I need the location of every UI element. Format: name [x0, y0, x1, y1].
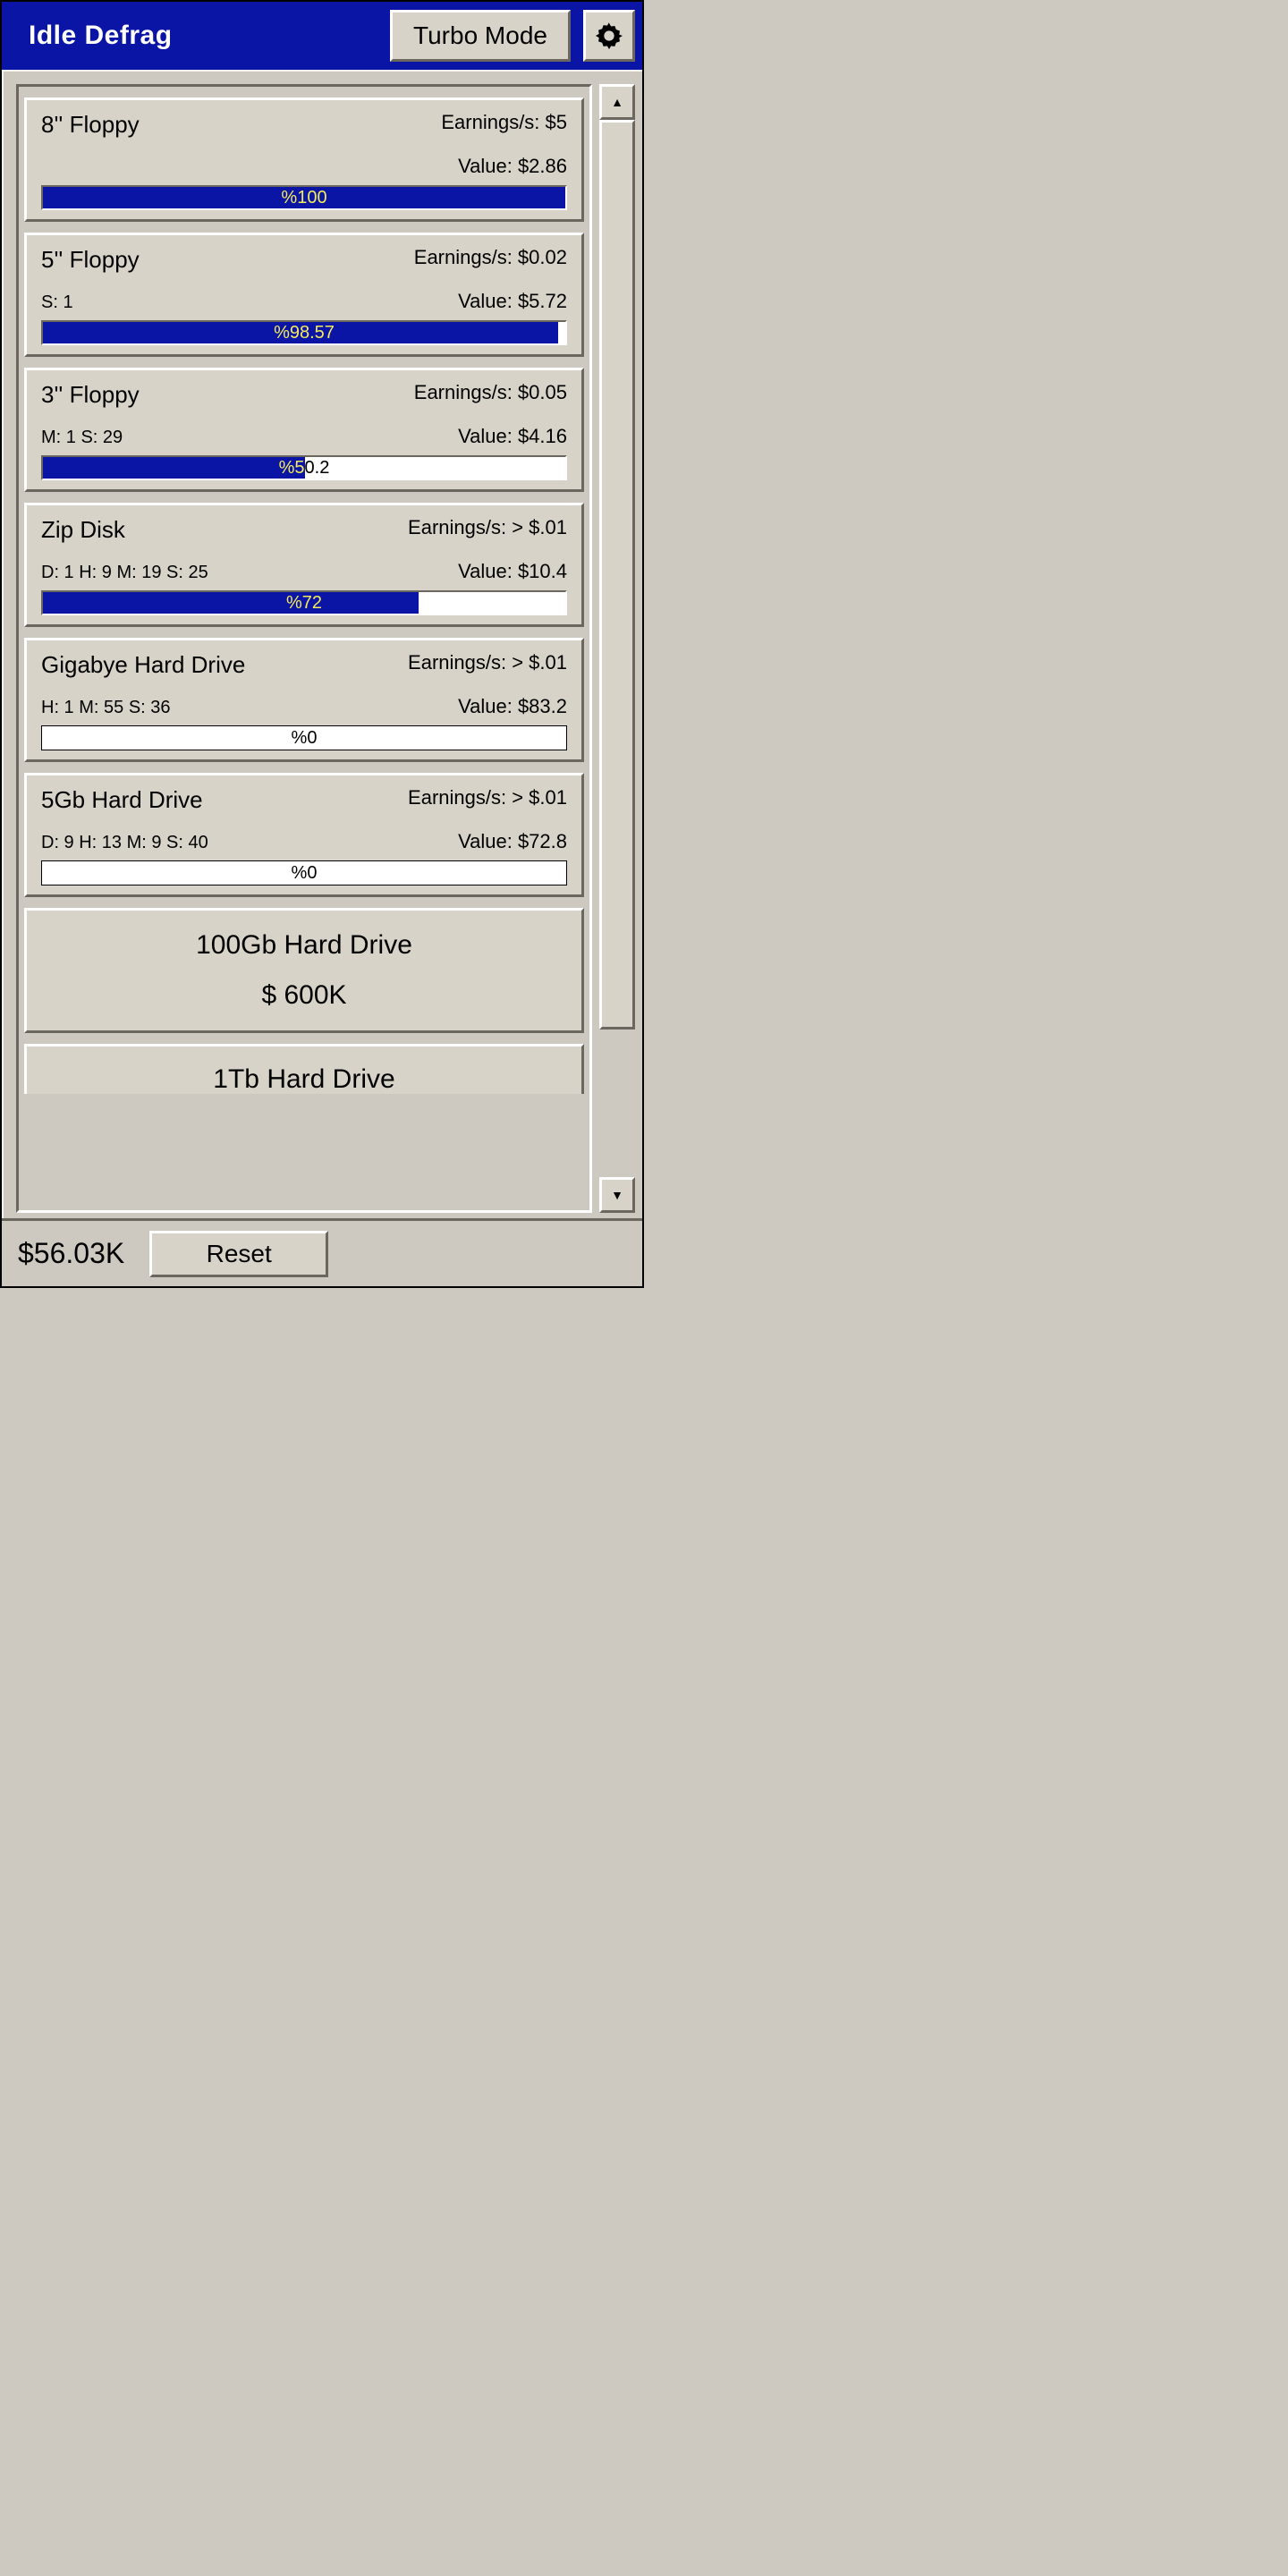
gear-icon: [594, 21, 624, 51]
scrollbar[interactable]: ▲ ▼: [599, 84, 635, 1213]
status-bar: $56.03K Reset: [2, 1218, 642, 1286]
drive-value: Value: $83.2: [408, 695, 567, 718]
drive-card[interactable]: 5'' Floppy Earnings/s: $0.02 S: 1 Value:…: [24, 233, 584, 357]
progress-bar: %72: [41, 590, 567, 615]
drive-earnings: Earnings/s: $5: [441, 111, 567, 134]
settings-button[interactable]: [583, 10, 635, 62]
progress-label: %0: [42, 726, 566, 750]
drive-card[interactable]: Gigabye Hard Drive Earnings/s: > $.01 H:…: [24, 638, 584, 762]
turbo-mode-button[interactable]: Turbo Mode: [390, 10, 571, 62]
drive-list: 8'' Floppy Earnings/s: $5 Value: $2.86 %…: [16, 84, 592, 1213]
progress-label: %50.2: [43, 457, 565, 479]
drive-value: Value: $72.8: [408, 830, 567, 853]
progress-label: %72: [43, 592, 565, 614]
locked-drive-name: 1Tb Hard Drive: [27, 1064, 581, 1094]
balance-display: $56.03K: [18, 1237, 124, 1270]
scrollbar-thumb[interactable]: [599, 120, 635, 1030]
reset-label: Reset: [207, 1240, 272, 1268]
locked-drive-card[interactable]: 1Tb Hard Drive: [24, 1044, 584, 1094]
locked-drive-name: 100Gb Hard Drive: [196, 930, 412, 961]
drive-earnings: Earnings/s: > $.01: [408, 651, 567, 674]
title-bar: Idle Defrag Turbo Mode: [2, 2, 642, 70]
progress-bar: %100: [41, 185, 567, 210]
progress-label: %100: [43, 187, 565, 208]
drive-time: D: 1 H: 9 M: 19 S: 25: [41, 563, 408, 583]
drive-time: M: 1 S: 29: [41, 428, 414, 448]
scroll-down-button[interactable]: ▼: [599, 1177, 635, 1213]
drive-earnings: Earnings/s: $0.05: [414, 381, 567, 404]
progress-label: %98.57: [43, 322, 565, 343]
turbo-mode-label: Turbo Mode: [413, 21, 547, 50]
drive-name: 3'' Floppy: [41, 381, 414, 409]
drive-value: Value: $2.86: [441, 155, 567, 178]
progress-bar: %0: [41, 725, 567, 750]
progress-bar: %50.2: [41, 455, 567, 480]
app-title: Idle Defrag: [29, 21, 377, 51]
reset-button[interactable]: Reset: [149, 1231, 328, 1277]
drive-value: Value: $10.4: [408, 560, 567, 583]
drive-card[interactable]: 5Gb Hard Drive Earnings/s: > $.01 D: 9 H…: [24, 773, 584, 897]
drive-value: Value: $5.72: [414, 290, 567, 313]
drive-name: Zip Disk: [41, 516, 408, 544]
drive-name: 8'' Floppy: [41, 111, 441, 139]
drive-time: H: 1 M: 55 S: 36: [41, 698, 408, 718]
locked-drive-card[interactable]: 100Gb Hard Drive $ 600K: [24, 908, 584, 1033]
drive-card[interactable]: Zip Disk Earnings/s: > $.01 D: 1 H: 9 M:…: [24, 503, 584, 627]
drive-name: 5'' Floppy: [41, 246, 414, 274]
progress-bar: %0: [41, 860, 567, 886]
drive-earnings: Earnings/s: > $.01: [408, 516, 567, 539]
scrollbar-track[interactable]: [599, 120, 635, 1177]
scroll-up-button[interactable]: ▲: [599, 84, 635, 120]
drive-name: 5Gb Hard Drive: [41, 786, 408, 814]
drive-time: D: 9 H: 13 M: 9 S: 40: [41, 833, 408, 853]
drive-earnings: Earnings/s: $0.02: [414, 246, 567, 269]
progress-bar: %98.57: [41, 320, 567, 345]
locked-drive-cost: $ 600K: [261, 980, 346, 1011]
drive-card[interactable]: 8'' Floppy Earnings/s: $5 Value: $2.86 %…: [24, 97, 584, 222]
drive-name: Gigabye Hard Drive: [41, 651, 408, 679]
triangle-up-icon: ▲: [611, 95, 623, 109]
drive-value: Value: $4.16: [414, 425, 567, 448]
triangle-down-icon: ▼: [611, 1188, 623, 1202]
drive-earnings: Earnings/s: > $.01: [408, 786, 567, 809]
drive-time: S: 1: [41, 292, 414, 313]
drive-card[interactable]: 3'' Floppy Earnings/s: $0.05 M: 1 S: 29 …: [24, 368, 584, 492]
progress-label: %0: [42, 861, 566, 885]
